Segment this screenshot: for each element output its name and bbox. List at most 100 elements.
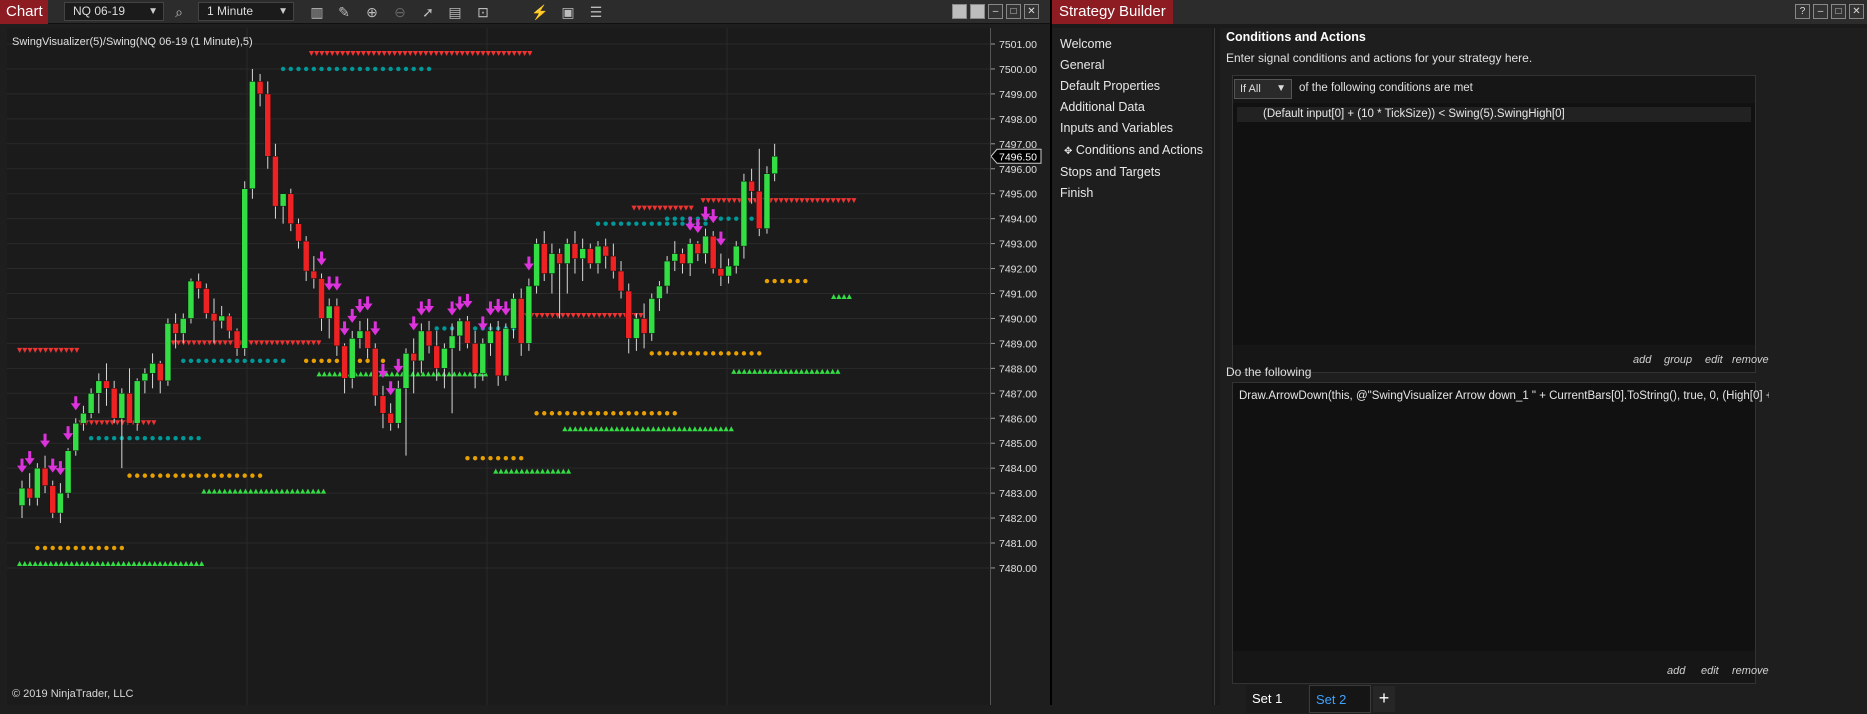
resistance-triangle	[423, 50, 429, 56]
resistance-triangle	[412, 50, 419, 56]
chart-plot-area[interactable]	[7, 28, 990, 705]
candle-body	[510, 298, 517, 329]
support-triangle	[788, 368, 794, 374]
resistance-triangle	[638, 312, 644, 318]
pencil-icon[interactable]: ✎	[334, 2, 354, 22]
condition-row[interactable]: (Default input[0] + (10 * TickSize)) < S…	[1237, 107, 1751, 122]
candle-body	[402, 353, 410, 389]
support-triangle	[846, 293, 852, 299]
candle-body	[325, 305, 333, 319]
support-triangle	[415, 371, 421, 377]
nav-additional-data[interactable]: Additional Data	[1060, 100, 1145, 114]
resistance-triangle	[329, 50, 335, 56]
instrument-selector[interactable]: NQ 06-19 ▼	[64, 2, 164, 21]
swing-high-dot	[227, 358, 232, 364]
candle-body	[279, 193, 287, 207]
condition-remove-link[interactable]: remove	[1732, 354, 1769, 366]
candle-body	[379, 395, 387, 414]
data-box-icon[interactable]: ▣	[558, 2, 578, 22]
action-edit-link[interactable]: edit	[1701, 665, 1719, 677]
support-triangle	[37, 560, 43, 566]
tab-set-2[interactable]: Set 2	[1309, 685, 1371, 713]
nav-general[interactable]: General	[1060, 58, 1104, 72]
maximize-icon[interactable]: □	[1006, 4, 1021, 19]
strategies-icon[interactable]: ⚡	[530, 2, 550, 22]
support-triangle	[565, 468, 572, 474]
candle-body	[441, 348, 448, 369]
candle-body	[18, 487, 26, 506]
swing-high-dot	[104, 436, 109, 441]
bar-chart-icon[interactable]: ▥	[307, 2, 327, 22]
list-icon[interactable]: ☰	[586, 2, 606, 22]
axis-tick-label: 7496.00	[999, 164, 1037, 176]
help-icon[interactable]: ?	[1795, 4, 1810, 19]
candle-body	[49, 485, 56, 514]
support-triangle	[268, 488, 275, 494]
maximize-icon[interactable]: □	[1831, 4, 1846, 19]
restore-icon[interactable]	[970, 4, 985, 19]
candle-body	[341, 345, 348, 379]
resistance-triangle	[381, 50, 387, 56]
support-triangle	[248, 488, 254, 494]
price-axis[interactable]: 7501.00 7500.00 7499.00 7498.00 7497.00 7496.…	[990, 28, 1050, 705]
support-triangle	[778, 368, 784, 374]
nav-finish[interactable]: Finish	[1060, 186, 1093, 200]
minimize-icon[interactable]: –	[988, 4, 1003, 19]
search-icon[interactable]: ⌕	[169, 2, 189, 22]
pointer-icon[interactable]: ➚	[418, 2, 438, 22]
swing-high-dot	[311, 66, 317, 72]
support-triangle	[316, 371, 322, 377]
candle-body	[287, 193, 295, 224]
support-triangle	[131, 560, 137, 566]
nav-conditions-and-actions[interactable]: ✥ Conditions and Actions	[1064, 143, 1203, 157]
tab-set-1[interactable]: Set 1	[1246, 685, 1308, 713]
zoom-out-icon[interactable]: ⊖	[390, 2, 410, 22]
resistance-triangle	[58, 347, 64, 353]
nav-stops-and-targets[interactable]: Stops and Targets	[1060, 165, 1161, 179]
strategy-builder-title[interactable]: Strategy Builder	[1052, 0, 1173, 24]
resistance-triangle	[778, 198, 784, 204]
resistance-triangle	[631, 205, 637, 211]
resistance-triangle	[678, 205, 684, 211]
action-row[interactable]: Draw.ArrowDown(this, @"SwingVisualizer A…	[1239, 390, 1769, 402]
add-set-button[interactable]: +	[1373, 686, 1395, 712]
nav-inputs-and-variables[interactable]: Inputs and Variables	[1060, 121, 1173, 135]
swing-high-dot	[242, 358, 247, 364]
support-triangle	[201, 488, 207, 494]
templates-icon[interactable]: ⊡	[473, 2, 493, 22]
close-icon[interactable]: ✕	[1024, 4, 1039, 19]
support-triangle	[493, 468, 499, 474]
axis-tick-label: 7483.00	[999, 488, 1037, 500]
action-add-link[interactable]: add	[1667, 665, 1685, 677]
resistance-triangle	[360, 50, 367, 56]
zoom-in-icon[interactable]: ⊕	[362, 2, 382, 22]
chart-title-tab[interactable]: Chart	[0, 0, 48, 24]
resistance-triangle	[17, 347, 23, 353]
arrow-down-marker	[704, 206, 708, 215]
current-price-label: 7496.50	[999, 151, 1037, 163]
chart-svg	[7, 28, 990, 705]
resistance-triangle	[846, 198, 852, 204]
swing-low-dot	[211, 473, 217, 478]
tile-icon[interactable]	[952, 4, 967, 19]
support-triangle	[577, 426, 584, 432]
support-triangle	[831, 293, 837, 299]
resistance-triangle	[710, 198, 717, 204]
condition-group-link[interactable]: group	[1664, 354, 1692, 366]
properties-icon[interactable]: ▤	[445, 2, 465, 22]
action-remove-link[interactable]: remove	[1732, 665, 1769, 677]
condition-edit-link[interactable]: edit	[1705, 354, 1723, 366]
swing-high-dot	[626, 221, 631, 226]
minimize-icon[interactable]: –	[1813, 4, 1828, 19]
resistance-triangle	[464, 50, 471, 56]
swing-high-dot	[380, 66, 386, 72]
interval-selector[interactable]: 1 Minute ▼	[198, 2, 294, 21]
nav-default-properties[interactable]: Default Properties	[1060, 79, 1160, 93]
nav-welcome[interactable]: Welcome	[1060, 37, 1112, 51]
condition-add-link[interactable]: add	[1633, 354, 1651, 366]
condition-mode-select[interactable]: If All ▼	[1234, 79, 1292, 99]
support-triangle	[394, 371, 400, 377]
candle-body	[494, 330, 502, 377]
axis-tick-label: 7488.00	[999, 363, 1037, 375]
close-icon[interactable]: ✕	[1849, 4, 1864, 19]
